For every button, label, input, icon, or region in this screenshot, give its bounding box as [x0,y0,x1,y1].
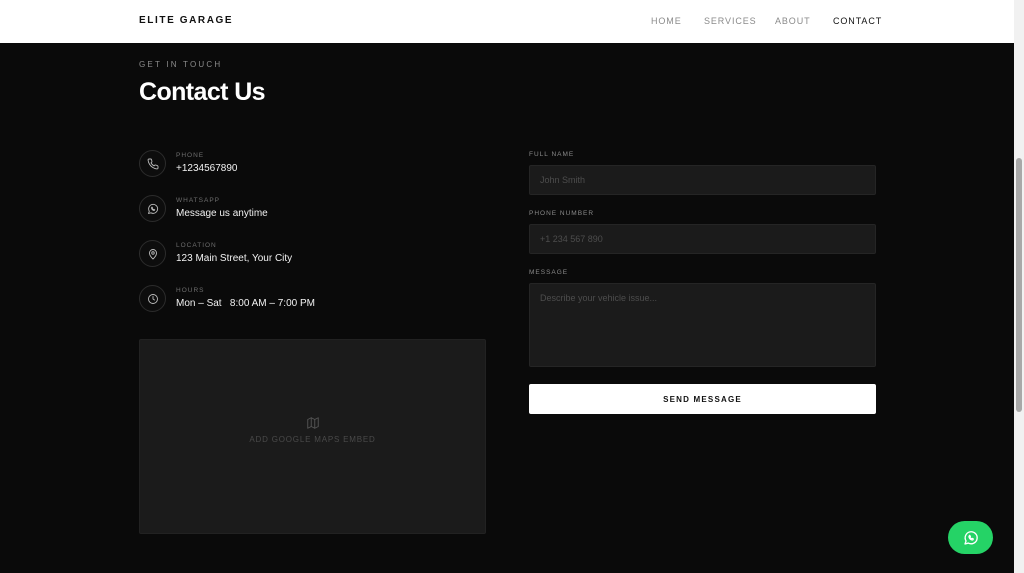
full-name-input[interactable] [529,165,876,195]
send-message-button[interactable]: SEND MESSAGE [529,384,876,414]
full-name-label: FULL NAME [529,151,575,158]
site-header: ELITE GARAGE HOME SERVICES ABOUT CONTACT [0,0,1014,43]
scrollbar-thumb[interactable] [1016,158,1022,412]
whatsapp-float-button[interactable] [948,521,993,554]
message-label: MESSAGE [529,269,569,276]
whatsapp-icon [139,195,166,222]
hours-label: HOURS [176,287,205,294]
phone-number-input[interactable] [529,224,876,254]
nav-contact[interactable]: CONTACT [833,16,882,26]
map-title: ADD GOOGLE MAPS EMBED [249,435,376,444]
contact-location[interactable]: LOCATION 123 Main Street, Your City [139,240,479,270]
nav-home[interactable]: HOME [651,16,682,26]
message-textarea[interactable] [529,283,876,367]
whatsapp-value: Message us anytime [176,208,268,219]
page-scrollbar[interactable] [1014,0,1024,573]
location-value: 123 Main Street, Your City [176,253,293,264]
location-label: LOCATION [176,242,217,249]
map-icon [307,417,319,429]
contact-phone[interactable]: PHONE +1234567890 [139,150,479,180]
hours-value: Mon – Sat 8:00 AM – 7:00 PM [176,298,315,309]
nav-about[interactable]: ABOUT [775,16,811,26]
clock-icon [139,285,166,312]
contact-whatsapp[interactable]: WHATSAPP Message us anytime [139,195,479,225]
contact-hours: HOURS Mon – Sat 8:00 AM – 7:00 PM [139,285,479,315]
phone-icon [139,150,166,177]
whatsapp-icon [963,530,978,545]
page-title: Contact Us [139,78,266,106]
main-nav: HOME SERVICES ABOUT CONTACT [0,16,1014,28]
location-pin-icon [139,240,166,267]
phone-number-label: PHONE NUMBER [529,210,595,217]
map-placeholder: ADD GOOGLE MAPS EMBED [139,339,486,534]
whatsapp-label: WHATSAPP [176,197,220,204]
section-eyebrow: GET IN TOUCH [139,60,223,69]
phone-label: PHONE [176,152,205,159]
phone-value: +1234567890 [176,163,238,174]
nav-services[interactable]: SERVICES [704,16,757,26]
